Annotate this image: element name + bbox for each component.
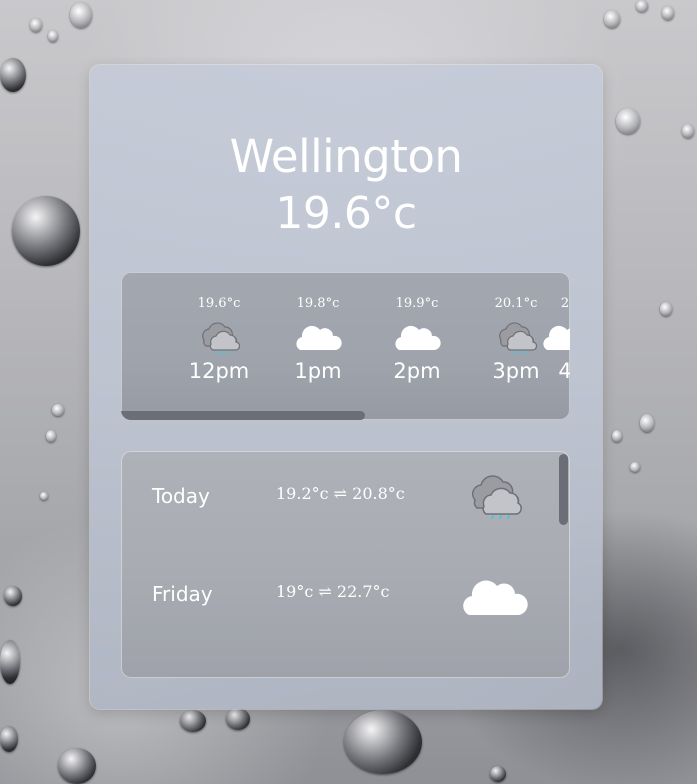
- raindrop: [682, 124, 694, 138]
- hourly-temperature: 19.9°c: [395, 296, 439, 311]
- raindrop: [226, 708, 250, 730]
- daily-temperature-range: 19°c ⇌ 22.7°c: [276, 582, 390, 601]
- hourly-temperature: 19.6°c: [197, 296, 241, 311]
- rain-cloud-icon: [471, 475, 522, 519]
- rain-cloud-icon: [499, 322, 538, 354]
- raindrop: [0, 726, 18, 752]
- hourly-temperature: 19.8°c: [296, 296, 340, 311]
- hourly-temperature: 2: [560, 296, 570, 311]
- hourly-time: 1pm: [294, 359, 342, 383]
- vertical-scrollbar[interactable]: [559, 454, 568, 525]
- daily-row: Today 19.2°c ⇌ 20.8°c: [121, 469, 557, 529]
- raindrop: [180, 710, 206, 732]
- raindrop: [604, 10, 620, 28]
- raindrop: [630, 462, 640, 472]
- raindrop: [0, 640, 20, 684]
- hourly-time: 4: [558, 359, 570, 383]
- hourly-time: 2pm: [393, 359, 441, 383]
- raindrop: [662, 6, 674, 20]
- raindrop: [636, 0, 648, 12]
- cloud-icon: [395, 325, 441, 350]
- daily-row: Friday 19°c ⇌ 22.7°c: [121, 567, 557, 627]
- daily-temperature-range: 19.2°c ⇌ 20.8°c: [276, 484, 405, 503]
- raindrop: [344, 710, 422, 774]
- cloud-icon: [543, 325, 570, 350]
- daily-day-name: Friday: [152, 582, 213, 606]
- horizontal-scrollbar[interactable]: [121, 411, 365, 420]
- daily-day-name: Today: [152, 484, 210, 508]
- raindrop: [40, 492, 48, 500]
- daily-forecast-panel[interactable]: Today 19.2°c ⇌ 20.8°c Friday 19°c ⇌ 22.7…: [121, 451, 570, 678]
- raindrop: [612, 430, 622, 442]
- raindrop: [616, 108, 640, 134]
- city-name: Wellington: [229, 130, 463, 183]
- raindrop: [12, 196, 80, 266]
- current-temperature: 19.6°c: [275, 188, 417, 239]
- cloud-icon: [296, 325, 342, 350]
- raindrop: [490, 766, 506, 782]
- weather-card: Wellington 19.6°c 19.6°c 12pm 19.8°c 1pm…: [90, 65, 602, 709]
- raindrop: [0, 58, 26, 92]
- hourly-time: 12pm: [188, 359, 250, 383]
- raindrop: [46, 430, 56, 442]
- cloud-icon: [463, 580, 528, 615]
- raindrop: [52, 404, 64, 416]
- hourly-forecast-panel[interactable]: 19.6°c 12pm 19.8°c 1pm 19.9°c 2pm 20.1°c…: [121, 272, 570, 420]
- rain-cloud-icon: [202, 322, 241, 354]
- raindrop: [640, 414, 654, 432]
- raindrop: [58, 748, 96, 784]
- raindrop: [30, 18, 42, 32]
- raindrop: [48, 30, 58, 42]
- raindrop: [4, 586, 22, 606]
- raindrop: [70, 2, 92, 28]
- raindrop: [660, 302, 672, 316]
